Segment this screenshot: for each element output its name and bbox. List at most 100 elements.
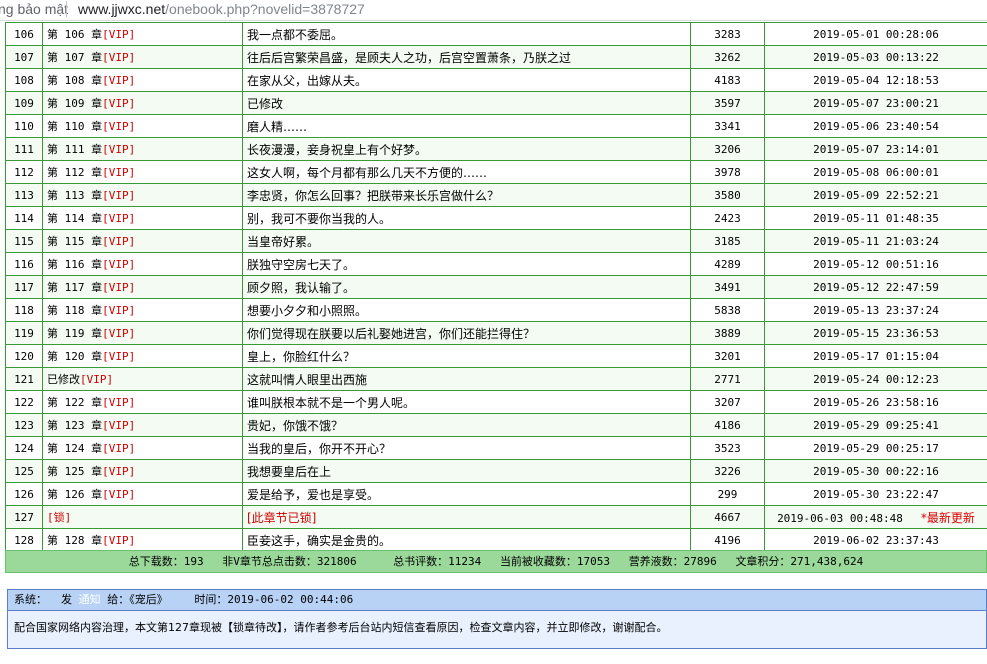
chapter-summary-cell: 当我的皇后，你开不开心？ [242, 436, 691, 460]
chapter-row: 110 第 110 章[VIP] 磨人精…… 3341 2019-05-06 23:40… [5, 114, 987, 138]
chapter-row: 126 第 126 章[VIP] 爱是给予，爱也是享受。 299 2019-05-30 … [5, 482, 987, 506]
word-count: 5838 [714, 303, 741, 317]
word-count: 3978 [714, 165, 741, 179]
chapter-name-link[interactable]: 第 110 章 [47, 120, 102, 133]
vip-badge: [VIP] [102, 488, 136, 501]
chapter-name-link[interactable]: [锁] [47, 511, 71, 524]
chapter-summary: 我一点都不委屈。 [247, 27, 344, 42]
chapter-summary-cell: 李忠贤，你怎么回事？把朕带来长乐宫做什么？ [242, 183, 691, 207]
chapter-name-cell[interactable]: 第 112 章[VIP] [42, 160, 243, 184]
chapter-name-link[interactable]: 第 108 章 [47, 74, 102, 87]
address-bar[interactable]: ng bảo mật www.jjwxc.net/onebook.php?nov… [0, 0, 987, 21]
update-time: 2019-05-15 23:36:53 [813, 326, 939, 340]
chapter-name-cell[interactable]: 第 107 章[VIP] [42, 45, 243, 69]
chapter-name-link[interactable]: 第 126 章 [47, 488, 102, 501]
chapter-number-cell: 106 [5, 22, 43, 46]
chapter-number: 128 [14, 533, 34, 547]
chapter-summary-cell: 臣妾这手，确实是金贵的。 [242, 528, 691, 552]
chapter-name-cell[interactable]: 第 119 章[VIP] [42, 321, 243, 345]
word-count-cell: 3580 [690, 183, 765, 207]
chapter-name-cell[interactable]: 第 111 章[VIP] [42, 137, 243, 161]
vip-badge: [VIP] [102, 304, 136, 317]
chapter-name-cell[interactable]: [锁] [42, 505, 243, 529]
chapter-name-cell[interactable]: 第 126 章[VIP] [42, 482, 243, 506]
chapter-name-cell[interactable]: 第 109 章[VIP] [42, 91, 243, 115]
chapter-name-cell[interactable]: 已修改[VIP] [42, 367, 243, 391]
chapter-name-link[interactable]: 第 111 章 [47, 143, 102, 156]
security-label[interactable]: ng bảo mật [0, 0, 68, 18]
chapter-name-link[interactable]: 第 112 章 [47, 166, 102, 179]
update-time: 2019-05-12 00:51:16 [813, 257, 939, 271]
chapter-summary-cell: 我想要皇后在上 [242, 459, 691, 483]
chapter-name-cell[interactable]: 第 125 章[VIP] [42, 459, 243, 483]
update-time: 2019-05-13 23:37:24 [813, 303, 939, 317]
chapter-name-cell[interactable]: 第 110 章[VIP] [42, 114, 243, 138]
chapter-name-link[interactable]: 第 113 章 [47, 189, 102, 202]
chapter-row: 122 第 122 章[VIP] 谁叫朕根本就不是一个男人呢。 3207 2019-05… [5, 390, 987, 414]
chapter-name-link[interactable]: 第 118 章 [47, 304, 102, 317]
update-time-cell: 2019-05-08 06:00:01 [764, 160, 987, 184]
vip-badge: [VIP] [102, 327, 136, 340]
vip-badge: [VIP] [102, 28, 136, 41]
chapter-name-link[interactable]: 第 125 章 [47, 465, 102, 478]
word-count: 3207 [714, 395, 741, 409]
chapter-row: 117 第 117 章[VIP] 顾夕照，我认输了。 3491 2019-05-12 2… [5, 275, 987, 299]
update-time: 2019-05-04 12:18:53 [813, 73, 939, 87]
chapter-name-link[interactable]: 第 114 章 [47, 212, 102, 225]
chapter-name-link[interactable]: 第 119 章 [47, 327, 102, 340]
chapter-name-cell[interactable]: 第 106 章[VIP] [42, 22, 243, 46]
chapter-name-cell[interactable]: 第 120 章[VIP] [42, 344, 243, 368]
url-text[interactable]: www.jjwxc.net/onebook.php?novelid=387872… [78, 0, 365, 18]
chapter-name-cell[interactable]: 第 116 章[VIP] [42, 252, 243, 276]
chapter-name-link[interactable]: 第 109 章 [47, 97, 102, 110]
chapter-name-cell[interactable]: 第 115 章[VIP] [42, 229, 243, 253]
update-time: 2019-05-30 00:22:16 [813, 464, 939, 478]
chapter-name-link[interactable]: 第 117 章 [47, 281, 102, 294]
chapter-row: 114 第 114 章[VIP] 别，我可不要你当我的人。 2423 2019-05-1… [5, 206, 987, 230]
vip-badge: [VIP] [102, 120, 136, 133]
chapter-name-cell[interactable]: 第 108 章[VIP] [42, 68, 243, 92]
word-count-cell: 3226 [690, 459, 765, 483]
chapter-row: 113 第 113 章[VIP] 李忠贤，你怎么回事？把朕带来长乐宫做什么？ 3580… [5, 183, 987, 207]
chapter-number-cell: 116 [5, 252, 43, 276]
system-notice: 系统： 发 通知 给：《宠后》 时间：2019-06-02 00:44:06 配合… [7, 589, 987, 649]
chapter-name-cell[interactable]: 第 113 章[VIP] [42, 183, 243, 207]
update-time: 2019-05-26 23:58:16 [813, 395, 939, 409]
chapter-number: 106 [14, 27, 34, 41]
notice-to-label: 给：《宠后》 [107, 593, 168, 606]
chapter-number: 121 [14, 372, 34, 386]
chapter-name-link[interactable]: 第 107 章 [47, 51, 102, 64]
vip-badge: [VIP] [102, 281, 136, 294]
chapter-number-cell: 123 [5, 413, 43, 437]
word-count: 299 [717, 487, 738, 501]
chapter-name-link[interactable]: 第 120 章 [47, 350, 102, 363]
chapter-name-link[interactable]: 第 106 章 [47, 28, 102, 41]
vip-badge: [VIP] [102, 350, 136, 363]
update-time-cell: 2019-06-02 23:37:43 [764, 528, 987, 552]
chapter-number: 118 [14, 303, 34, 317]
chapter-name-cell[interactable]: 第 123 章[VIP] [42, 413, 243, 437]
update-time: 2019-05-30 23:22:47 [813, 487, 939, 501]
chapter-summary-cell: 皇上，你脸红什么？ [242, 344, 691, 368]
chapter-name-cell[interactable]: 第 124 章[VIP] [42, 436, 243, 460]
address-divider [66, 1, 67, 17]
vip-badge: [VIP] [102, 235, 136, 248]
chapter-name-cell[interactable]: 第 128 章[VIP] [42, 528, 243, 552]
chapter-summary: [此章节已锁] [247, 510, 317, 525]
chapter-name-cell[interactable]: 第 122 章[VIP] [42, 390, 243, 414]
chapter-name-link[interactable]: 已修改 [47, 373, 80, 386]
chapter-number: 109 [14, 96, 34, 110]
chapter-name-cell[interactable]: 第 114 章[VIP] [42, 206, 243, 230]
update-time-cell: 2019-05-30 00:22:16 [764, 459, 987, 483]
chapter-row: 127 [锁] [此章节已锁] 4667 2019-06-03 00:48:48 *最新更… [5, 505, 987, 529]
chapter-name-cell[interactable]: 第 117 章[VIP] [42, 275, 243, 299]
chapter-name-cell[interactable]: 第 118 章[VIP] [42, 298, 243, 322]
chapter-name-link[interactable]: 第 128 章 [47, 534, 102, 547]
chapter-name-link[interactable]: 第 116 章 [47, 258, 102, 271]
chapter-name-link[interactable]: 第 124 章 [47, 442, 102, 455]
chapter-summary-cell: 已修改 [242, 91, 691, 115]
chapter-name-link[interactable]: 第 122 章 [47, 396, 102, 409]
chapter-summary: 你们觉得现在朕要以后礼娶她进宫，你们还能拦得住？ [247, 326, 536, 341]
chapter-name-link[interactable]: 第 115 章 [47, 235, 102, 248]
chapter-name-link[interactable]: 第 123 章 [47, 419, 102, 432]
